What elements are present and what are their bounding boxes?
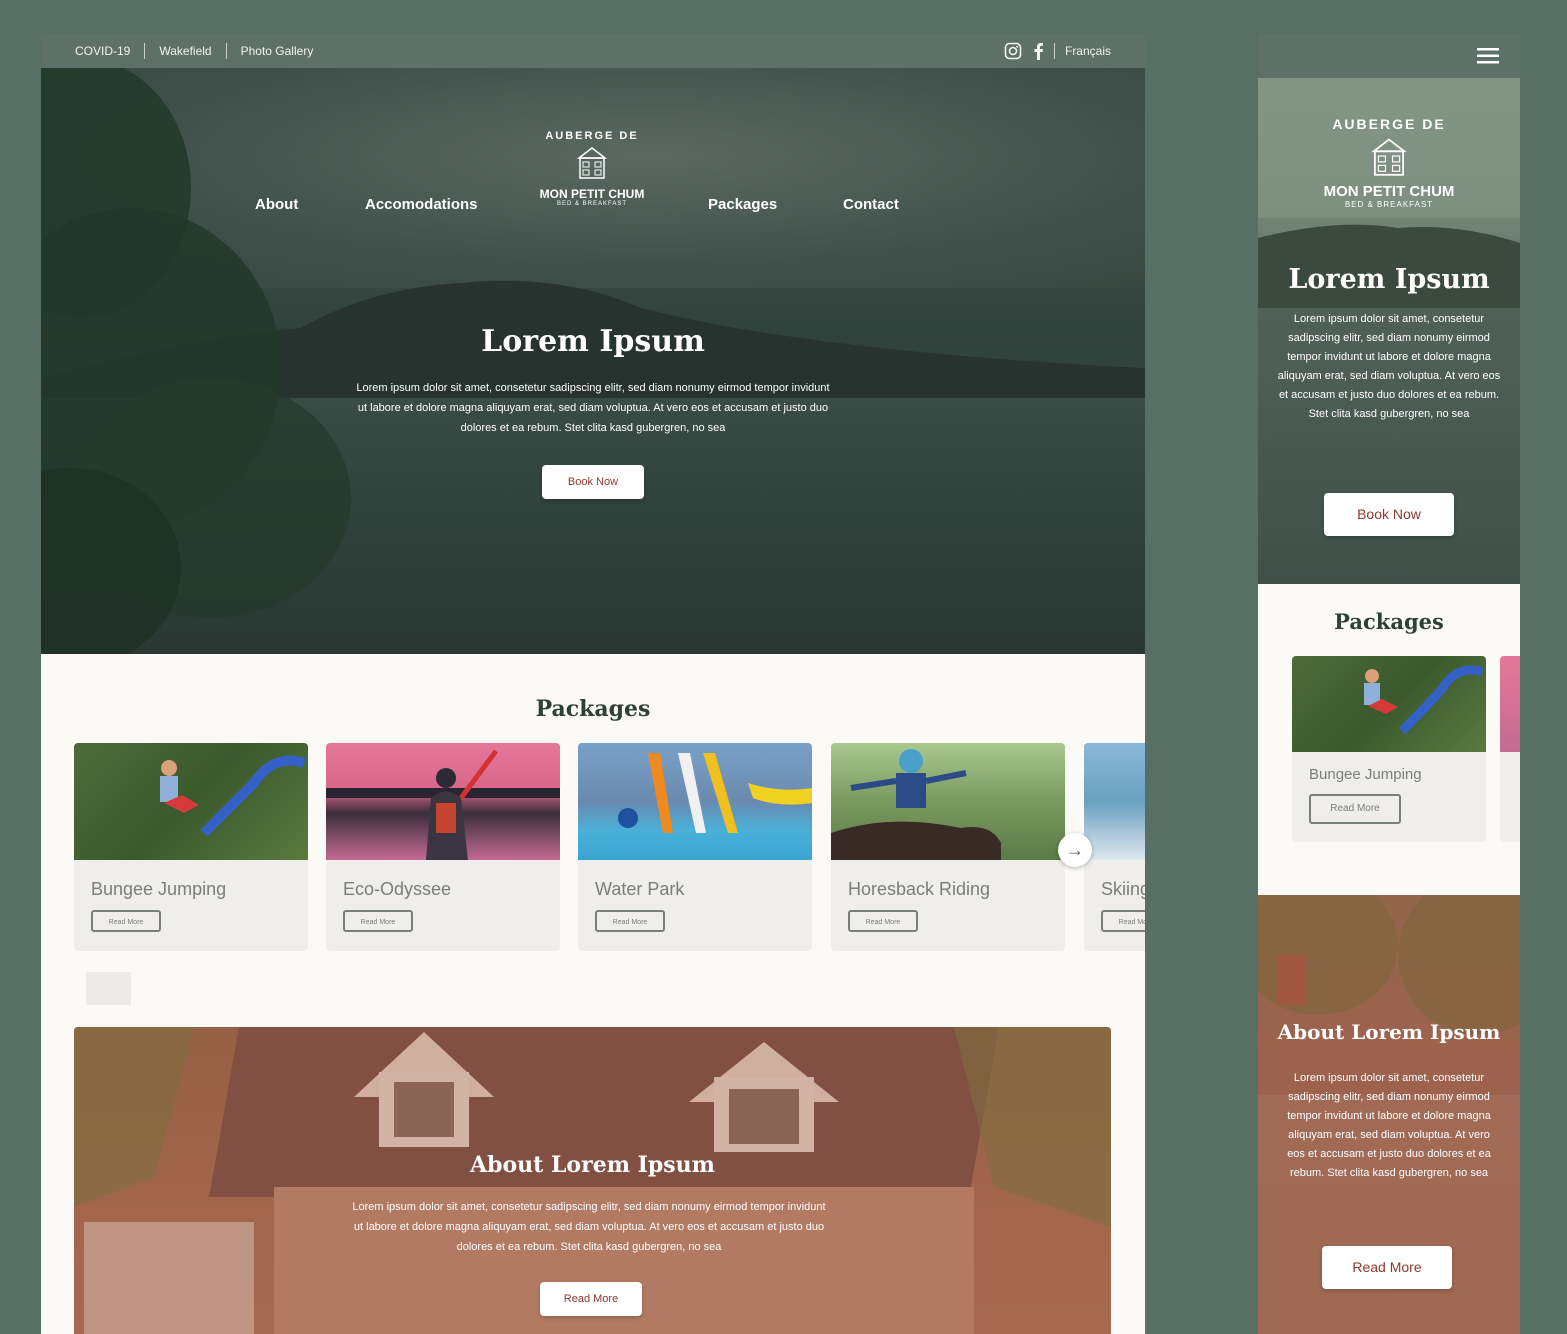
logo-arc-text: AUBERGE DE — [545, 130, 639, 142]
mobile-package-card[interactable]: Bungee Jumping Read More — [1292, 656, 1486, 842]
mobile-hero-title: Lorem Ipsum — [1288, 264, 1490, 295]
book-now-button[interactable]: Book Now — [542, 465, 644, 499]
card-title: Skiing — [1101, 879, 1145, 899]
house-icon — [576, 147, 608, 179]
language-link[interactable]: Français — [1065, 44, 1111, 58]
kayak-image — [326, 743, 560, 860]
card-title: Water Park — [595, 879, 685, 899]
horseback-image — [831, 743, 1065, 860]
card-title: Eco-Odyssee — [343, 879, 452, 899]
package-card[interactable]: Bungee Jumping Read More — [74, 743, 308, 951]
mobile-logo-name: MON PETIT CHUM — [1323, 183, 1455, 200]
package-card[interactable]: Eco-Odyssee Read More — [326, 743, 560, 951]
mobile-about-title: About Lorem Ipsum — [1277, 1020, 1501, 1044]
separator — [1053, 43, 1055, 59]
bungee-image — [74, 743, 308, 860]
mobile-logo-arc-text: AUBERGE DE — [1332, 116, 1446, 132]
top-right: Français — [1004, 34, 1111, 68]
facebook-icon[interactable] — [1032, 42, 1044, 60]
logo-subtitle: BED & BREAKFAST — [556, 201, 628, 207]
mobile-bungee-image — [1292, 656, 1486, 752]
carousel-next-icon[interactable]: → — [1058, 833, 1092, 867]
card-title: Bungee Jumping — [91, 879, 227, 899]
package-card[interactable]: Water Park Read More — [578, 743, 812, 951]
logo-name: MON PETIT CHUM — [539, 187, 645, 201]
skiing-image — [1084, 743, 1145, 860]
hero-section: About Accomodations Packages Contact AUB… — [41, 68, 1145, 654]
logo[interactable]: AUBERGE DE MON PETIT CHUM BED & BREAKFAS… — [532, 130, 652, 207]
mobile-about-text: Lorem ipsum dolor sit amet, consetetur s… — [1287, 1072, 1491, 1179]
read-more-button[interactable]: Read More — [343, 910, 413, 932]
mobile-about-section: About Lorem Ipsum Lorem ipsum dolor sit … — [1258, 895, 1520, 1334]
about-text: Lorem ipsum dolor sit amet, consetetur s… — [352, 1201, 826, 1253]
mobile-read-more-button[interactable]: Read More — [1309, 794, 1401, 824]
about-section: About Lorem Ipsum Lorem ipsum dolor sit … — [74, 1027, 1111, 1334]
package-card[interactable]: Horesback Riding Read More — [831, 743, 1065, 951]
hamburger-icon[interactable] — [1477, 47, 1499, 65]
nav-contact[interactable]: Contact — [843, 196, 899, 213]
placeholder-box — [86, 972, 131, 1005]
mobile-house-icon — [1371, 138, 1407, 176]
mobile-about-read-more-button[interactable]: Read More — [1322, 1246, 1452, 1289]
mobile-package-card-peek[interactable] — [1500, 656, 1520, 842]
top-links: COVID-19 Wakefield Photo Gallery — [75, 34, 327, 68]
mobile-hero-text: Lorem ipsum dolor sit amet, consetetur s… — [1277, 313, 1501, 420]
mobile-book-now-button[interactable]: Book Now — [1324, 493, 1454, 536]
hero-title: Lorem Ipsum — [481, 324, 705, 359]
packages-title: Packages — [535, 696, 651, 722]
mobile-logo[interactable]: AUBERGE DE MON PETIT CHUM BED & BREAKFAS… — [1258, 116, 1520, 209]
top-bar: COVID-19 Wakefield Photo Gallery Françai… — [41, 34, 1145, 68]
hero-tree — [41, 68, 351, 654]
about-read-more-button[interactable]: Read More — [540, 1282, 642, 1316]
mobile-packages-title: Packages — [1334, 609, 1444, 634]
nav-packages[interactable]: Packages — [708, 196, 777, 213]
about-title: About Lorem Ipsum — [470, 1152, 715, 1178]
read-more-button[interactable]: Read More — [1101, 910, 1145, 932]
nav-accommodations[interactable]: Accomodations — [365, 196, 478, 213]
mobile-hero: AUBERGE DE MON PETIT CHUM BED & BREAKFAS… — [1258, 78, 1520, 584]
instagram-icon[interactable] — [1004, 42, 1022, 60]
package-card[interactable]: Skiing Read More — [1084, 743, 1145, 951]
wakefield-link[interactable]: Wakefield — [145, 43, 227, 59]
read-more-button[interactable]: Read More — [595, 910, 665, 932]
card-title: Horesback Riding — [848, 879, 991, 899]
hero-text: Lorem ipsum dolor sit amet, consetetur s… — [356, 382, 830, 434]
mobile-logo-subtitle: BED & BREAKFAST — [1344, 200, 1434, 209]
water-park-image — [578, 743, 812, 860]
covid-link[interactable]: COVID-19 — [75, 43, 146, 59]
photo-gallery-link[interactable]: Photo Gallery — [227, 43, 328, 59]
mobile-top-bar — [1258, 34, 1520, 78]
nav-about[interactable]: About — [255, 196, 298, 213]
read-more-button[interactable]: Read More — [91, 910, 161, 932]
desktop-mockup: COVID-19 Wakefield Photo Gallery Françai… — [41, 34, 1145, 1334]
mobile-card-title: Bungee Jumping — [1309, 766, 1422, 783]
mobile-mockup: AUBERGE DE MON PETIT CHUM BED & BREAKFAS… — [1258, 34, 1520, 1334]
read-more-button[interactable]: Read More — [848, 910, 918, 932]
mobile-kayak-image — [1500, 656, 1520, 752]
